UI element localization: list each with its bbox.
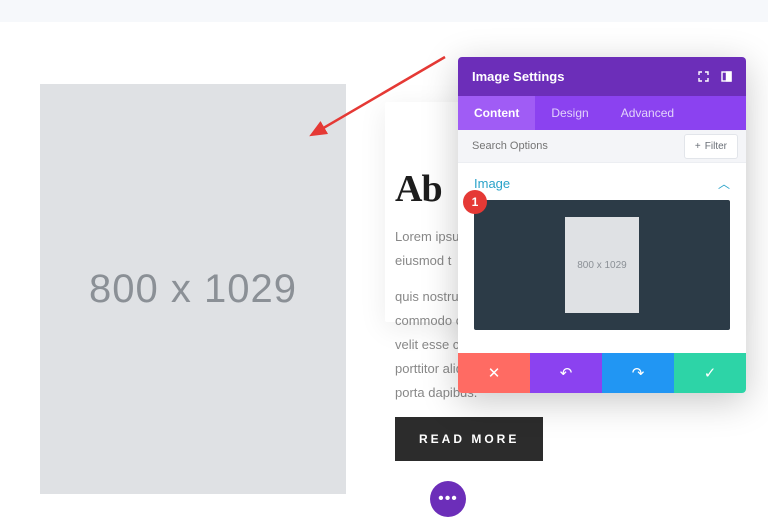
top-strip	[0, 0, 768, 22]
close-icon: ✕	[488, 364, 501, 382]
redo-icon: ↷	[632, 364, 645, 382]
action-bar: ✕ ↶ ↷ ✓	[458, 353, 746, 393]
more-icon: •••	[438, 491, 458, 507]
section-image-header[interactable]: Image ︿	[458, 163, 746, 200]
tabs: Content Design Advanced	[458, 96, 746, 130]
placeholder-label: 800 x 1029	[89, 267, 297, 312]
check-icon: ✓	[704, 364, 717, 382]
page-canvas: 800 x 1029 Ab Lorem ipsum dolor sit amet…	[0, 22, 768, 527]
preview-label: 800 x 1029	[577, 259, 627, 272]
undo-button[interactable]: ↶	[530, 353, 602, 393]
search-row: + Filter	[458, 130, 746, 163]
redo-button[interactable]: ↷	[602, 353, 674, 393]
snap-icon[interactable]	[721, 71, 732, 82]
undo-icon: ↶	[560, 364, 573, 382]
image-placeholder-large[interactable]: 800 x 1029	[40, 84, 346, 494]
module-fab-button[interactable]: •••	[430, 481, 466, 517]
chevron-up-icon: ︿	[718, 175, 730, 192]
expand-icon[interactable]	[698, 71, 709, 82]
image-preview-thumb: 800 x 1029	[565, 217, 639, 313]
tab-design[interactable]: Design	[535, 96, 604, 130]
tab-content[interactable]: Content	[458, 96, 535, 130]
panel-title: Image Settings	[472, 69, 564, 84]
save-button[interactable]: ✓	[674, 353, 746, 393]
read-more-button[interactable]: READ MORE	[395, 417, 543, 461]
settings-panel: Image Settings Content Design Advanced +…	[458, 57, 746, 393]
image-preview-row: 1 800 x 1029	[458, 200, 746, 346]
section-image-title: Image	[474, 176, 510, 191]
image-preview[interactable]: 800 x 1029	[474, 200, 730, 330]
search-input[interactable]	[458, 130, 684, 162]
discard-button[interactable]: ✕	[458, 353, 530, 393]
tab-advanced[interactable]: Advanced	[605, 96, 690, 130]
step-badge: 1	[463, 190, 487, 214]
filter-button[interactable]: + Filter	[684, 134, 738, 159]
panel-header[interactable]: Image Settings	[458, 57, 746, 96]
filter-label: Filter	[705, 141, 727, 152]
plus-icon: +	[695, 141, 701, 152]
